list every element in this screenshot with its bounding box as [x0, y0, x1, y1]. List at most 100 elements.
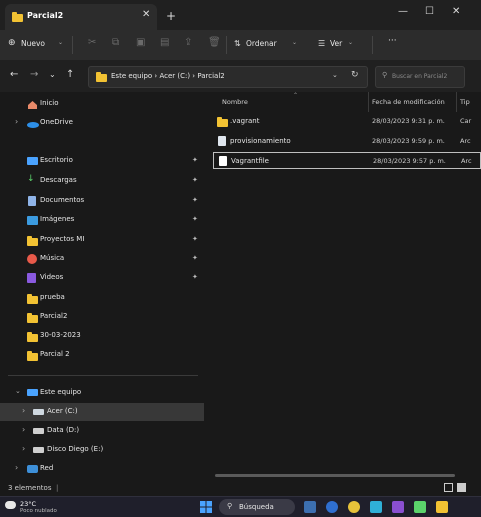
sidebar-item-este-equipo[interactable]: ⌄ Este equipo — [0, 384, 204, 402]
chevron-right-icon[interactable]: › — [22, 444, 25, 453]
chevron-right-icon[interactable]: › — [15, 117, 18, 126]
maximize-button[interactable]: ☐ — [425, 6, 434, 17]
details-view-icon[interactable] — [444, 483, 453, 492]
chevron-right-icon[interactable]: › — [22, 406, 25, 415]
back-arrow-icon[interactable]: ← — [10, 69, 18, 80]
up-arrow-icon[interactable]: ↑ — [66, 69, 74, 80]
sort-button[interactable]: ⇅ Ordenar ⌄ — [232, 36, 308, 54]
copy-icon[interactable]: ⧉ — [112, 37, 119, 48]
pin-icon[interactable]: ✦ — [192, 196, 198, 204]
column-header-name[interactable]: Nombre — [222, 98, 248, 106]
recent-chevron-icon[interactable]: ⌄ — [49, 70, 56, 79]
pin-icon[interactable]: ✦ — [192, 254, 198, 262]
more-options-button[interactable]: ··· — [388, 36, 397, 46]
forward-arrow-icon[interactable]: → — [30, 69, 38, 80]
sidebar-item-prueba[interactable]: prueba — [0, 289, 204, 307]
chevron-right-icon[interactable]: › — [15, 463, 18, 472]
chrome-icon[interactable] — [348, 501, 360, 513]
file-type: Car — [460, 117, 472, 125]
task-view-icon[interactable] — [304, 501, 316, 513]
video-icon — [27, 273, 36, 283]
paste-icon[interactable]: ▣ — [136, 37, 145, 48]
app-icon[interactable] — [414, 501, 426, 513]
tab-title: Parcial2 — [27, 11, 64, 20]
folder-icon — [217, 117, 228, 127]
sidebar-item-parcial2[interactable]: Parcial2 — [0, 308, 204, 326]
sidebar-item-onedrive[interactable]: › OneDrive — [0, 114, 204, 132]
sidebar-item-30-03-2023[interactable]: 30-03-2023 — [0, 327, 204, 345]
taskbar-search[interactable]: ⚲ Búsqueda — [219, 499, 295, 515]
pin-icon[interactable]: ✦ — [192, 176, 198, 184]
sidebar-item-escritorio[interactable]: Escritorio ✦ — [0, 152, 204, 170]
share-icon[interactable]: ⇪ — [184, 37, 192, 48]
table-row[interactable]: Vagrantfile 28/03/2023 9:57 p. m. Arc — [213, 152, 481, 169]
app-icon[interactable] — [370, 501, 382, 513]
sidebar-item-imagenes[interactable]: Imágenes ✦ — [0, 211, 204, 229]
table-row[interactable]: provisionamiento 28/03/2023 9:59 p. m. A… — [213, 133, 481, 150]
rename-icon[interactable]: ▤ — [160, 37, 169, 48]
sidebar-item-label: Escritorio — [40, 156, 73, 164]
pin-icon[interactable]: ✦ — [192, 235, 198, 243]
text-file-icon — [218, 136, 226, 146]
drive-icon — [33, 428, 44, 434]
network-icon — [27, 465, 38, 473]
sidebar-item-home[interactable]: Inicio — [0, 95, 204, 113]
sidebar-item-red[interactable]: › Red — [0, 460, 204, 478]
weather-description[interactable]: Poco nublado — [20, 508, 57, 514]
weather-temperature[interactable]: 23°C — [20, 500, 36, 508]
view-button[interactable]: ☰ Ver ⌄ — [316, 36, 366, 54]
sidebar-item-label: Red — [40, 464, 54, 472]
sidebar-item-proyectos-mi[interactable]: Proyectos MI ✦ — [0, 231, 204, 249]
new-button[interactable]: ⊕ Nuevo ⌄ — [6, 36, 66, 54]
tab-parcial2[interactable]: Parcial2 ✕ — [5, 4, 157, 30]
separator — [72, 36, 73, 54]
close-window-button[interactable]: ✕ — [452, 6, 460, 17]
sidebar-item-label: Descargas — [40, 176, 77, 184]
column-divider[interactable] — [456, 92, 457, 112]
file-name: Vagrantfile — [231, 157, 269, 165]
pin-icon[interactable]: ✦ — [192, 273, 198, 281]
chevron-down-icon[interactable]: ⌄ — [15, 387, 21, 395]
pin-icon[interactable]: ✦ — [192, 215, 198, 223]
edge-browser-icon[interactable] — [326, 501, 338, 513]
sidebar-item-acer-c[interactable]: › Acer (C:) — [0, 403, 204, 421]
delete-icon[interactable]: 🗑 — [208, 37, 221, 48]
sidebar-item-musica[interactable]: Música ✦ — [0, 250, 204, 268]
pin-icon[interactable]: ✦ — [192, 156, 198, 164]
search-input: Buscar en Parcial2 — [392, 73, 448, 80]
minimize-button[interactable]: — — [398, 6, 408, 17]
sidebar-item-documentos[interactable]: Documentos ✦ — [0, 192, 204, 210]
file-date: 28/03/2023 9:31 p. m. — [372, 117, 445, 125]
cut-icon[interactable]: ✂ — [88, 37, 96, 48]
new-tab-button[interactable]: + — [166, 9, 176, 23]
refresh-icon[interactable]: ↻ — [351, 70, 359, 80]
weather-cloud-icon[interactable] — [5, 501, 16, 509]
horizontal-scrollbar[interactable] — [215, 474, 455, 477]
sidebar-item-videos[interactable]: Videos ✦ — [0, 269, 204, 287]
file-explorer-icon[interactable] — [436, 501, 448, 513]
taskbar-search-label: Búsqueda — [239, 503, 274, 511]
column-divider[interactable] — [368, 92, 369, 112]
file-type: Arc — [461, 157, 472, 165]
sidebar-item-data-d[interactable]: › Data (D:) — [0, 422, 204, 440]
tab-close-button[interactable]: ✕ — [142, 9, 150, 20]
pictures-icon — [27, 216, 38, 225]
sidebar-item-label: Acer (C:) — [47, 407, 78, 415]
visual-studio-icon[interactable] — [392, 501, 404, 513]
chevron-down-icon[interactable]: ⌄ — [332, 71, 338, 79]
address-bar[interactable]: Este equipo › Acer (C:) › Parcial2 ⌄ ↻ — [88, 66, 368, 88]
search-box[interactable]: ⚲ Buscar en Parcial2 — [375, 66, 465, 88]
table-row[interactable]: .vagrant 28/03/2023 9:31 p. m. Car — [213, 113, 481, 130]
chevron-right-icon[interactable]: › — [22, 425, 25, 434]
home-icon — [28, 101, 37, 109]
sidebar-item-descargas[interactable]: ↓ Descargas ✦ — [0, 172, 204, 190]
tiles-view-icon[interactable] — [457, 483, 466, 492]
folder-icon — [27, 313, 38, 323]
sidebar-item-disco-diego-e[interactable]: › Disco Diego (E:) — [0, 441, 204, 459]
sidebar-item-parcial-2[interactable]: Parcial 2 — [0, 346, 204, 364]
windows-start-icon[interactable] — [200, 501, 212, 513]
column-header-type[interactable]: Tip — [460, 98, 470, 106]
file-date: 28/03/2023 9:57 p. m. — [373, 157, 446, 165]
file-list: Nombre ⌃ Fecha de modificación Tip .vagr… — [205, 92, 481, 480]
column-header-date[interactable]: Fecha de modificación — [372, 98, 445, 106]
